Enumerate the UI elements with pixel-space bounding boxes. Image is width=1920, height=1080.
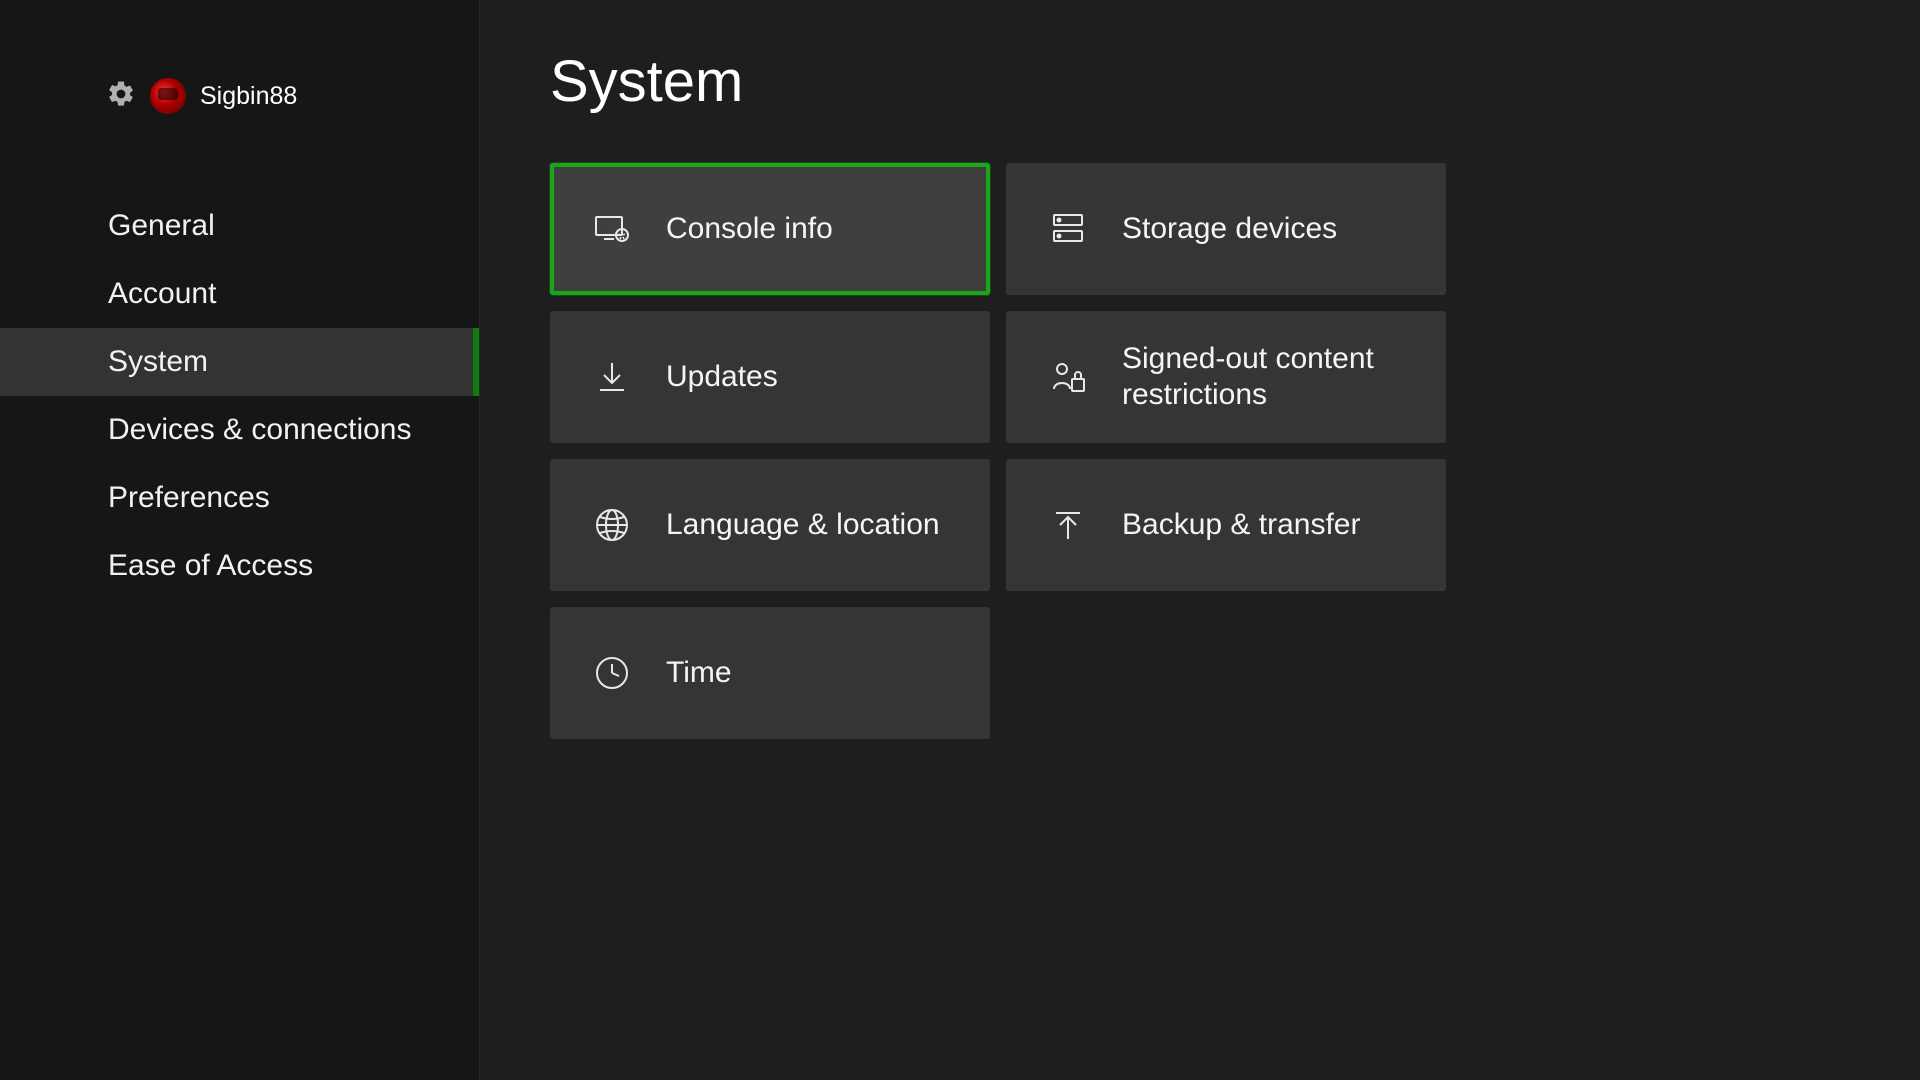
user-header: Sigbin88 bbox=[0, 78, 479, 114]
tile-label: Time bbox=[666, 655, 732, 691]
tile-label: Signed-out content restrictions bbox=[1122, 341, 1414, 413]
sidebar-item-label: Account bbox=[108, 277, 216, 311]
tile-grid: Console info Storage devices bbox=[550, 163, 1920, 739]
tile-backup-transfer[interactable]: Backup & transfer bbox=[1006, 459, 1446, 591]
tile-label: Backup & transfer bbox=[1122, 507, 1360, 543]
tile-label: Updates bbox=[666, 359, 778, 395]
page-title: System bbox=[550, 48, 1920, 115]
sidebar-item-label: Ease of Access bbox=[108, 549, 313, 583]
sidebar-item-ease-of-access[interactable]: Ease of Access bbox=[0, 532, 479, 600]
sidebar-item-label: General bbox=[108, 209, 215, 243]
username: Sigbin88 bbox=[200, 82, 297, 111]
tile-label: Storage devices bbox=[1122, 211, 1337, 247]
tile-storage-devices[interactable]: Storage devices bbox=[1006, 163, 1446, 295]
sidebar-item-account[interactable]: Account bbox=[0, 260, 479, 328]
globe-icon bbox=[592, 505, 632, 545]
sidebar-item-label: System bbox=[108, 345, 208, 379]
tile-label: Console info bbox=[666, 211, 833, 247]
storage-devices-icon bbox=[1048, 209, 1088, 249]
sidebar-item-label: Devices & connections bbox=[108, 413, 412, 447]
tile-language-location[interactable]: Language & location bbox=[550, 459, 990, 591]
main-content: System Console info bbox=[480, 0, 1920, 1080]
tile-content-restrictions[interactable]: Signed-out content restrictions bbox=[1006, 311, 1446, 443]
tile-label: Language & location bbox=[666, 507, 940, 543]
sidebar-item-general[interactable]: General bbox=[0, 192, 479, 260]
tile-time[interactable]: Time bbox=[550, 607, 990, 739]
settings-gear-icon bbox=[106, 79, 136, 114]
avatar bbox=[150, 78, 186, 114]
tile-updates[interactable]: Updates bbox=[550, 311, 990, 443]
sidebar-item-system[interactable]: System bbox=[0, 328, 479, 396]
updates-icon bbox=[592, 357, 632, 397]
sidebar-item-label: Preferences bbox=[108, 481, 270, 515]
restrictions-icon bbox=[1048, 357, 1088, 397]
sidebar-item-preferences[interactable]: Preferences bbox=[0, 464, 479, 532]
clock-icon bbox=[592, 653, 632, 693]
sidebar-nav: General Account System Devices & connect… bbox=[0, 192, 479, 600]
sidebar: Sigbin88 General Account System Devices … bbox=[0, 0, 480, 1080]
upload-icon bbox=[1048, 505, 1088, 545]
sidebar-item-devices[interactable]: Devices & connections bbox=[0, 396, 479, 464]
tile-console-info[interactable]: Console info bbox=[550, 163, 990, 295]
console-info-icon bbox=[592, 209, 632, 249]
